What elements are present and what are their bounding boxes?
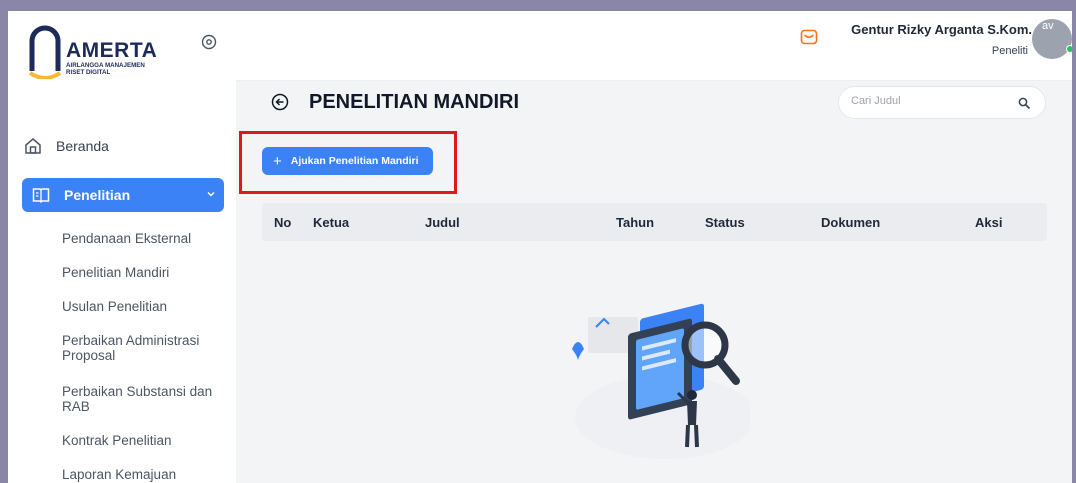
search-box [838, 86, 1046, 119]
add-research-button[interactable]: + Ajukan Penelitian Mandiri [262, 147, 433, 175]
sidebar-item-beranda[interactable]: Beranda [22, 131, 224, 161]
back-arrow-icon[interactable] [271, 93, 289, 111]
column-header-tahun: Tahun [616, 215, 655, 230]
page-title: PENELITIAN MANDIRI [309, 91, 519, 113]
search-input[interactable] [851, 95, 1001, 107]
submenu-item-perbaikan-administrasi[interactable]: Perbaikan Administrasi Proposal [62, 333, 222, 363]
brand-subtitle-line1: AIRLANGGA MANAJEMEN [66, 62, 145, 69]
settings-icon[interactable] [201, 34, 217, 50]
avatar-alt-text: av [1042, 20, 1054, 32]
brand-logo[interactable]: AMERTA AIRLANGGA MANAJEMEN RISET DIGITAL [22, 17, 222, 87]
column-header-no: No [274, 215, 292, 230]
empty-state-illustration [572, 303, 750, 459]
column-header-judul: Judul [425, 215, 460, 230]
app-frame: AMERTA AIRLANGGA MANAJEMEN RISET DIGITAL… [8, 11, 1072, 483]
add-research-button-label: Ajukan Penelitian Mandiri [290, 155, 419, 167]
plus-icon: + [273, 152, 282, 170]
sidebar: AMERTA AIRLANGGA MANAJEMEN RISET DIGITAL… [8, 11, 236, 483]
brand-title: AMERTA [66, 39, 158, 62]
logo-arch-icon [28, 25, 62, 79]
submenu-item-pendanaan-eksternal[interactable]: Pendanaan Eksternal [62, 231, 222, 246]
column-header-status: Status [705, 215, 745, 230]
column-header-ketua: Ketua [313, 215, 350, 230]
sidebar-item-label: Penelitian [64, 187, 131, 203]
submenu-item-kontrak-penelitian[interactable]: Kontrak Penelitian [62, 433, 222, 448]
sidebar-item-penelitian[interactable]: Penelitian [22, 178, 224, 212]
inbox-icon[interactable] [800, 28, 818, 46]
brand-subtitle-line2: RISET DIGITAL [66, 69, 111, 76]
top-bar: Gentur Rizky Arganta S.Kom. Peneliti av [236, 11, 1072, 81]
submenu-item-penelitian-mandiri[interactable]: Penelitian Mandiri [62, 265, 222, 280]
table-header: No Ketua Judul Tahun Status Dokumen Aksi [262, 203, 1047, 241]
submenu-item-laporan-kemajuan[interactable]: Laporan Kemajuan [62, 467, 222, 482]
search-icon[interactable] [1018, 97, 1031, 110]
user-name: Gentur Rizky Arganta S.Kom. [851, 22, 1032, 37]
book-icon [32, 188, 50, 204]
brand-subtitle: AIRLANGGA MANAJEMEN RISET DIGITAL [66, 62, 145, 76]
home-icon [25, 138, 41, 154]
column-header-dokumen: Dokumen [821, 215, 881, 230]
user-role: Peneliti [991, 45, 1028, 57]
avatar[interactable]: av [1032, 19, 1072, 59]
column-header-aksi: Aksi [975, 215, 1003, 230]
submenu-item-usulan-penelitian[interactable]: Usulan Penelitian [62, 299, 222, 314]
chevron-down-icon [207, 192, 215, 197]
sidebar-item-label: Beranda [56, 138, 109, 154]
submenu-item-perbaikan-substansi[interactable]: Perbaikan Substansi dan RAB [62, 384, 222, 414]
online-status-dot [1066, 45, 1072, 53]
